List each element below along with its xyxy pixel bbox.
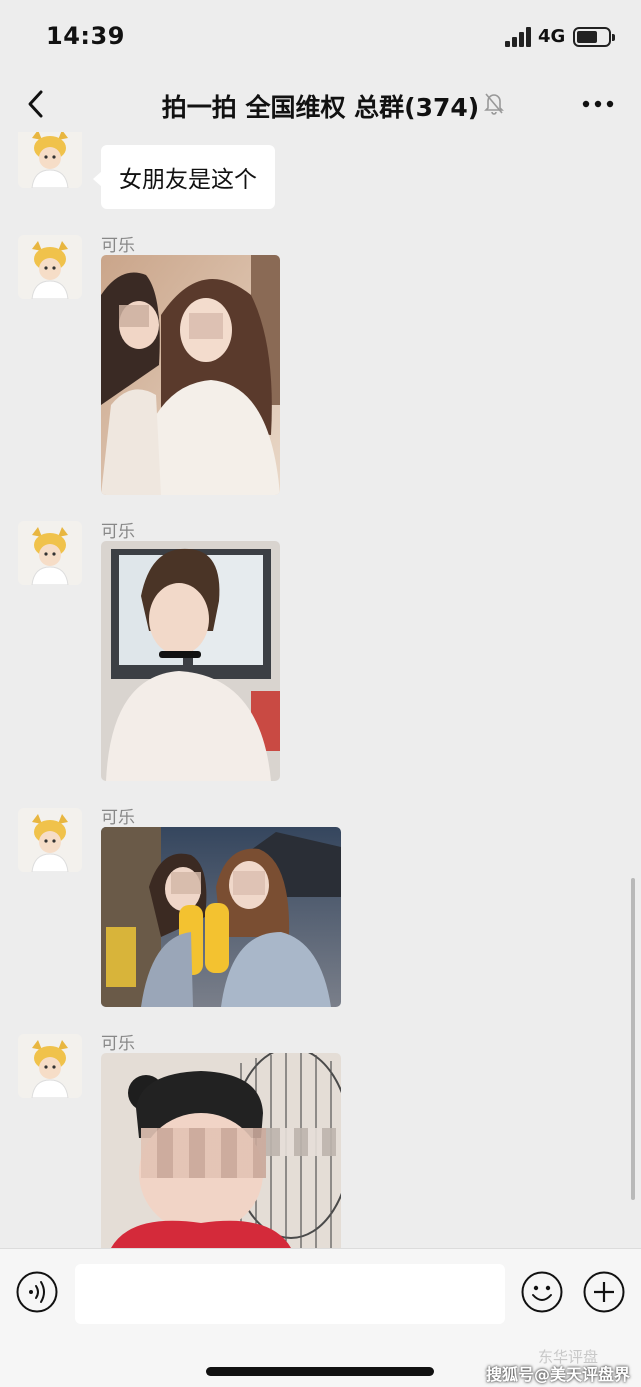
- face-blur: [266, 1128, 336, 1156]
- photo-message[interactable]: [101, 827, 341, 1007]
- avatar[interactable]: [18, 235, 82, 299]
- photo-message[interactable]: [101, 541, 280, 781]
- text-bubble[interactable]: 女朋友是这个: [93, 145, 275, 209]
- message-input[interactable]: [75, 1264, 505, 1324]
- status-time: 14:39: [46, 22, 125, 50]
- scrollbar[interactable]: [631, 878, 635, 1200]
- network-type: 4G: [538, 26, 566, 47]
- chat-title: 拍一拍 全国维权 总群(374): [161, 93, 480, 122]
- photo-message[interactable]: [101, 1053, 341, 1248]
- signal-icon: [505, 27, 531, 47]
- face-blur: [141, 1128, 266, 1178]
- more-dots-icon[interactable]: [578, 90, 618, 118]
- voice-icon[interactable]: [16, 1271, 58, 1313]
- battery-icon: [573, 27, 615, 47]
- face-blur: [171, 872, 201, 894]
- photo-message[interactable]: [101, 255, 280, 495]
- sender-name: 可乐: [101, 236, 135, 256]
- avatar[interactable]: [18, 808, 82, 872]
- sender-name: 可乐: [101, 522, 135, 542]
- avatar[interactable]: [18, 1034, 82, 1098]
- watermark-main: 搜狐号@美天评盘界: [486, 1365, 631, 1384]
- home-indicator[interactable]: [206, 1367, 434, 1376]
- input-bar: 东华评盘 搜狐号@美天评盘界: [0, 1248, 641, 1387]
- face-blur: [233, 871, 265, 895]
- avatar[interactable]: [18, 521, 82, 585]
- face-blur: [189, 313, 223, 339]
- plus-icon[interactable]: [583, 1271, 625, 1313]
- message-list[interactable]: 女朋友是这个 可乐 可乐 可乐 可乐: [0, 132, 641, 1248]
- status-bar: 14:39 4G: [0, 0, 641, 76]
- avatar[interactable]: [18, 132, 82, 188]
- emoji-icon[interactable]: [521, 1271, 563, 1313]
- sender-name: 可乐: [101, 1034, 135, 1054]
- nav-bar: 拍一拍 全国维权 总群(374): [0, 76, 641, 132]
- bell-off-icon: [483, 91, 505, 115]
- sender-name: 可乐: [101, 808, 135, 828]
- face-blur: [119, 305, 149, 327]
